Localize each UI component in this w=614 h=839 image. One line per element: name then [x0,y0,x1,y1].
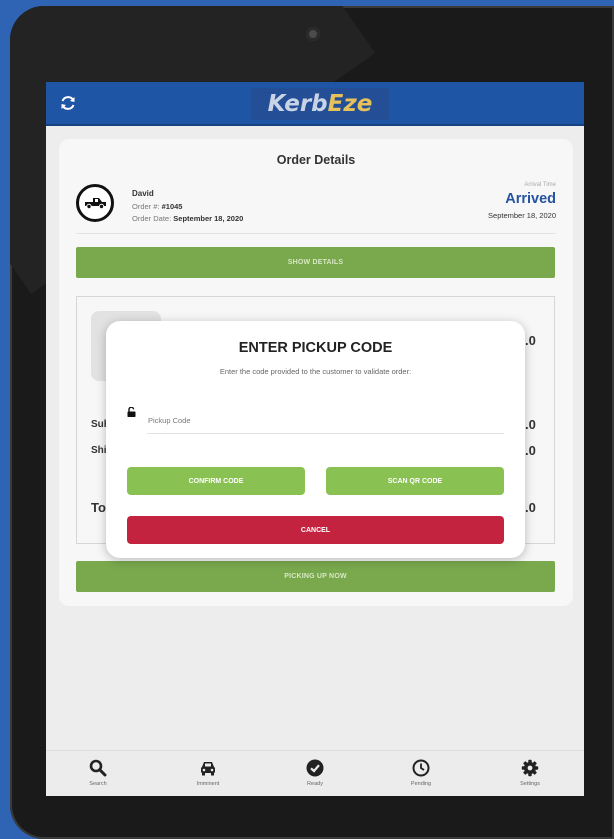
page-title: Order Details [276,153,356,167]
check-circle-icon [306,759,324,777]
nav-label-ready: Ready [307,781,323,787]
show-details-button[interactable]: SHOW DETAILS [76,247,555,278]
search-icon [89,759,107,777]
confirm-code-button[interactable]: CONFIRM CODE [127,467,305,495]
app-logo: Kerb Eze [251,88,389,120]
pickup-truck-icon [85,198,106,209]
customer-name: David [132,189,154,198]
nav-label-pending: Pending [410,781,432,787]
pickup-code-dialog: ENTER PICKUP CODE Enter the code provide… [106,321,525,558]
dialog-title: ENTER PICKUP CODE [238,340,393,356]
order-date: Order Date: September 18, 2020 [132,214,243,223]
order-number-label: Order #: [132,202,160,211]
bottom-navigation: Search Imminent Ready Pending Settings [46,750,584,796]
nav-item-ready[interactable]: Ready [280,759,350,787]
arrival-time-label: Arrival Time [524,182,556,188]
scan-qr-code-button[interactable]: SCAN QR CODE [326,467,504,495]
picking-up-now-button[interactable]: PICKING UP NOW [76,561,555,592]
car-icon [201,762,215,776]
arrival-status: Arrived [505,191,556,207]
lock-icon [127,407,136,417]
order-number-value: #1045 [161,202,183,211]
logo-text-kerb: Kerb [267,91,328,117]
camera-icon [306,27,320,41]
pickup-code-input[interactable] [147,407,504,434]
nav-label-search: Search [89,781,107,787]
order-date-value: September 18, 2020 [173,214,244,223]
cancel-button[interactable]: CANCEL [127,516,504,544]
app-header: Kerb Eze [46,82,584,126]
arrival-date: September 18, 2020 [488,211,556,220]
nav-item-search[interactable]: Search [63,759,133,787]
order-number: Order #: #1045 [132,202,182,211]
nav-item-pending[interactable]: Pending [386,759,456,787]
clock-icon [412,759,430,777]
refresh-icon[interactable] [58,93,78,113]
nav-label-imminent: Imminent [196,781,220,787]
nav-item-imminent[interactable]: Imminent [173,759,243,787]
logo-text-eze: Eze [327,91,373,117]
order-date-label: Order Date: [132,214,172,223]
gear-icon [521,759,539,777]
nav-item-settings[interactable]: Settings [495,759,565,787]
divider [76,233,556,234]
dialog-subtitle: Enter the code provided to the customer … [219,367,412,376]
nav-label-settings: Settings [520,781,540,787]
vehicle-avatar [76,184,114,222]
